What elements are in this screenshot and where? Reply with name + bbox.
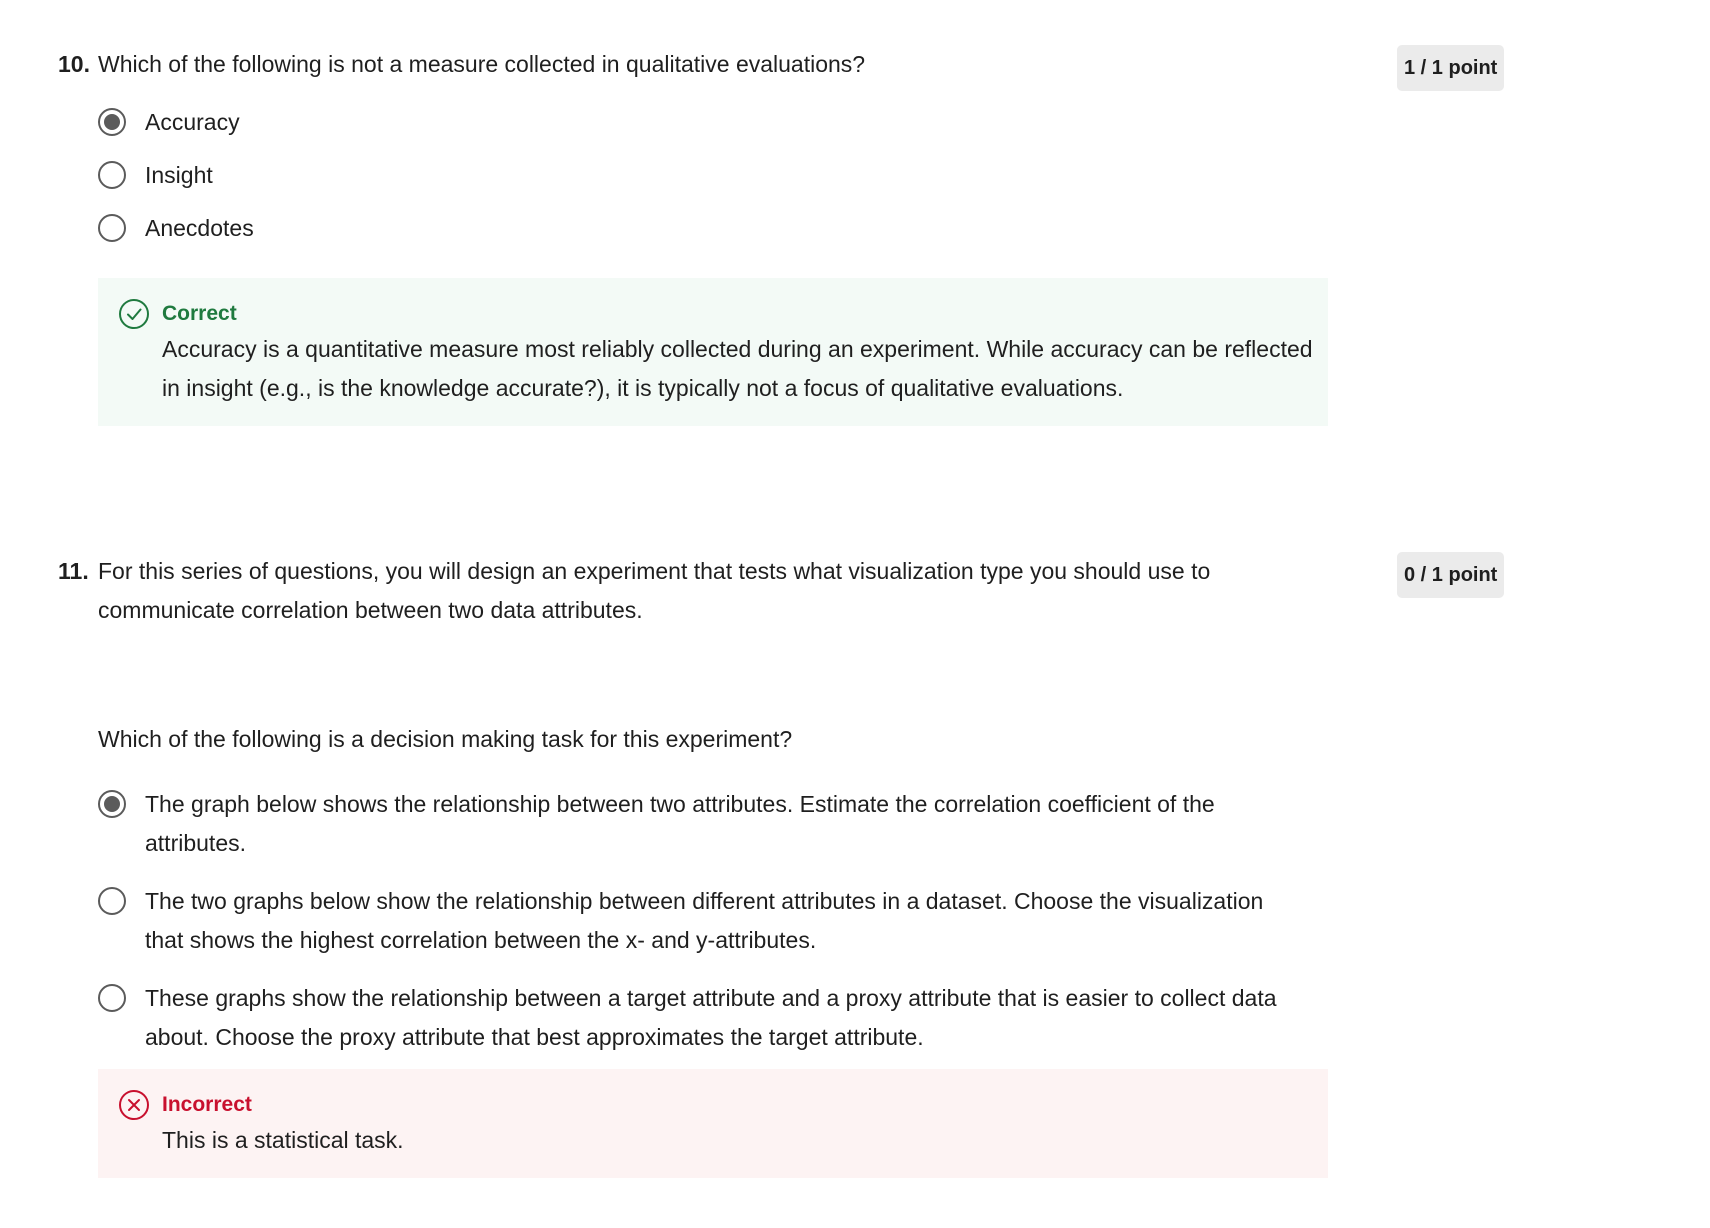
option-label: Insight — [145, 162, 213, 188]
question-10: 10. Which of the following is not a meas… — [58, 45, 1508, 426]
feedback-body: Incorrect This is a statistical task. — [162, 1089, 1332, 1160]
radio-button-selected[interactable] — [98, 108, 126, 136]
option-label: The graph below shows the relationship b… — [145, 791, 1215, 856]
answer-option-choose-highest-correlation[interactable]: The two graphs below show the relationsh… — [98, 882, 1508, 979]
radio-button[interactable] — [98, 214, 126, 242]
option-label: Accuracy — [145, 109, 240, 135]
feedback-text: Accuracy is a quantitative measure most … — [162, 336, 1313, 401]
question-header: 11. For this series of questions, you wi… — [58, 552, 1508, 630]
answer-options: Accuracy Insight Anecdotes — [98, 103, 1508, 262]
feedback-text: This is a statistical task. — [162, 1127, 404, 1153]
answer-option-insight[interactable]: Insight — [98, 156, 1508, 209]
answer-option-estimate-correlation[interactable]: The graph below shows the relationship b… — [98, 785, 1508, 882]
points-badge: 0 / 1 point — [1397, 552, 1505, 598]
points-badge: 1 / 1 point — [1397, 45, 1505, 91]
feedback-body: Correct Accuracy is a quantitative measu… — [162, 298, 1332, 408]
question-number: 11. — [58, 558, 89, 584]
answer-option-choose-proxy-attribute[interactable]: These graphs show the relationship betwe… — [98, 979, 1508, 1065]
feedback-status: Incorrect — [162, 1093, 252, 1116]
option-label: The two graphs below show the relationsh… — [145, 888, 1264, 953]
option-label: Anecdotes — [145, 215, 254, 241]
radio-button[interactable] — [98, 887, 126, 915]
answer-options: The graph below shows the relationship b… — [98, 785, 1508, 1065]
feedback-correct: Correct Accuracy is a quantitative measu… — [98, 278, 1328, 426]
x-circle-icon — [119, 1090, 149, 1120]
check-circle-icon — [119, 299, 149, 329]
option-label: These graphs show the relationship betwe… — [145, 985, 1277, 1050]
answer-option-accuracy[interactable]: Accuracy — [98, 103, 1508, 156]
question-prompt: Which of the following is a decision mak… — [98, 726, 793, 752]
radio-button[interactable] — [98, 984, 126, 1012]
question-text: For this series of questions, you will d… — [98, 558, 1211, 623]
feedback-incorrect: Incorrect This is a statistical task. — [98, 1069, 1328, 1178]
radio-button-selected[interactable] — [98, 790, 126, 818]
answer-option-anecdotes[interactable]: Anecdotes — [98, 209, 1508, 262]
radio-button[interactable] — [98, 161, 126, 189]
question-11: 11. For this series of questions, you wi… — [58, 552, 1508, 1178]
question-text: Which of the following is not a measure … — [98, 51, 866, 77]
question-number: 10. — [58, 51, 90, 77]
question-header: 10. Which of the following is not a meas… — [58, 45, 1508, 91]
feedback-status: Correct — [162, 302, 237, 325]
